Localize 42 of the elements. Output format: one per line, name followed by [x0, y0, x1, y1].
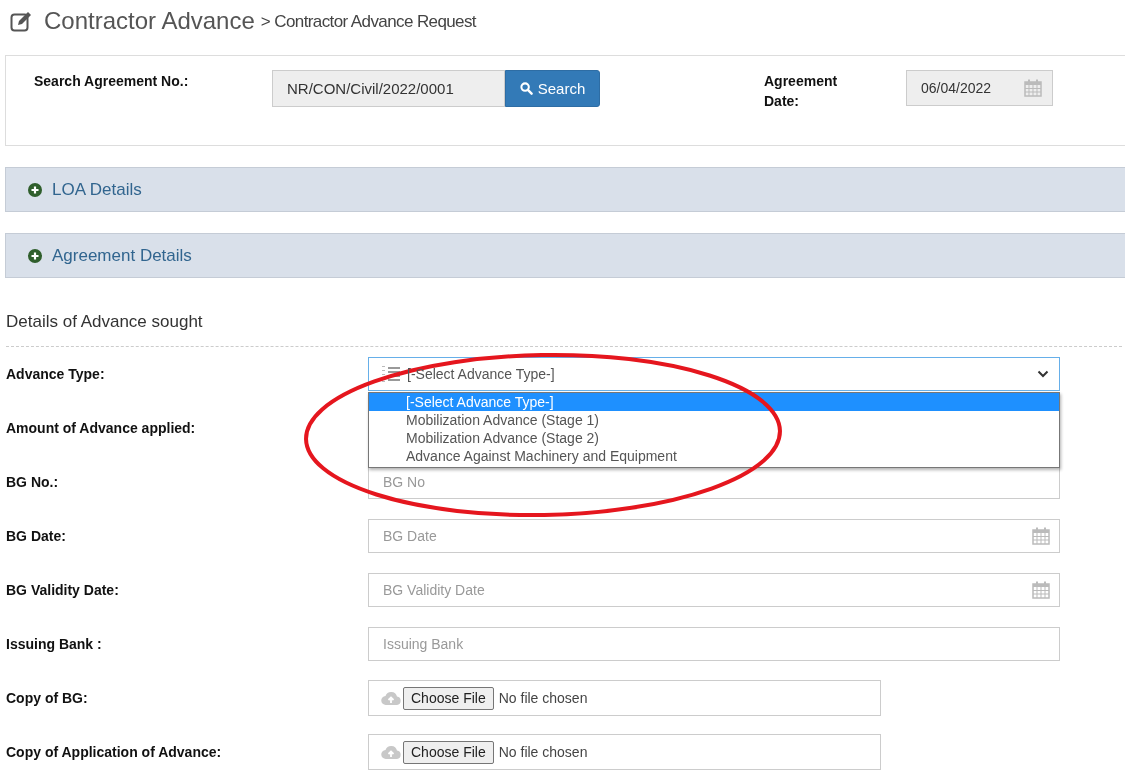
- field-label: Search Agreement No.:: [34, 73, 190, 89]
- page-title: Contractor Advance: [44, 7, 255, 35]
- section-heading: Details of Advance sought: [6, 311, 204, 333]
- field-label: BG Date:: [6, 528, 67, 544]
- field-label: Advance Type:: [6, 366, 106, 382]
- list-icon: [381, 365, 401, 383]
- date-field[interactable]: BG Validity Date: [368, 573, 1060, 607]
- chevron-down-icon: [1037, 370, 1049, 378]
- field-label: Amount of Advance applied:: [6, 420, 197, 436]
- dropdown-option[interactable]: Advance Against Machinery and Equipment: [369, 447, 1059, 465]
- calendar-icon: [1032, 527, 1050, 545]
- choose-file-button[interactable]: Choose File: [403, 686, 494, 710]
- field-label: BG Validity Date:: [6, 582, 120, 598]
- agreement-date-field[interactable]: 06/04/2022: [906, 70, 1053, 106]
- file-upload-field[interactable]: Choose File No file chosen: [368, 680, 881, 716]
- search-icon: [519, 82, 533, 95]
- field-label: Agreement Date:: [764, 72, 839, 111]
- field-label: BG No.:: [6, 474, 60, 490]
- breadcrumb: > Contractor Advance Request: [260, 12, 476, 32]
- field-label: Issuing Bank :: [6, 636, 103, 652]
- date-field[interactable]: BG Date: [368, 519, 1060, 553]
- choose-file-button[interactable]: Choose File: [403, 740, 494, 764]
- plus-circle-icon: [28, 182, 42, 197]
- edit-icon: [10, 10, 34, 32]
- agreement-number-field[interactable]: NR/CON/Civil/2022/0001: [272, 70, 505, 107]
- plus-circle-icon: [28, 248, 42, 263]
- field-label: Copy of Application of Advance:: [6, 744, 223, 760]
- advance-type-dropdown[interactable]: [-Select Advance Type-]: [368, 357, 1060, 391]
- calendar-icon: [1024, 79, 1042, 97]
- dropdown-option[interactable]: Mobilization Advance (Stage 1): [369, 411, 1059, 429]
- search-button[interactable]: Search: [505, 70, 600, 107]
- dropdown-option[interactable]: Mobilization Advance (Stage 2): [369, 429, 1059, 447]
- file-status: No file chosen: [498, 744, 588, 760]
- cloud-upload-icon: [381, 744, 401, 760]
- file-status: No file chosen: [498, 690, 588, 706]
- cloud-upload-icon: [381, 690, 401, 706]
- calendar-icon: [1032, 581, 1050, 599]
- field-label: Copy of BG:: [6, 690, 89, 706]
- accordion-header[interactable]: Agreement Details: [5, 233, 1125, 278]
- accordion-header[interactable]: LOA Details: [5, 167, 1125, 212]
- file-upload-field[interactable]: Choose File No file chosen: [368, 734, 881, 770]
- text-field[interactable]: Issuing Bank: [368, 627, 1060, 661]
